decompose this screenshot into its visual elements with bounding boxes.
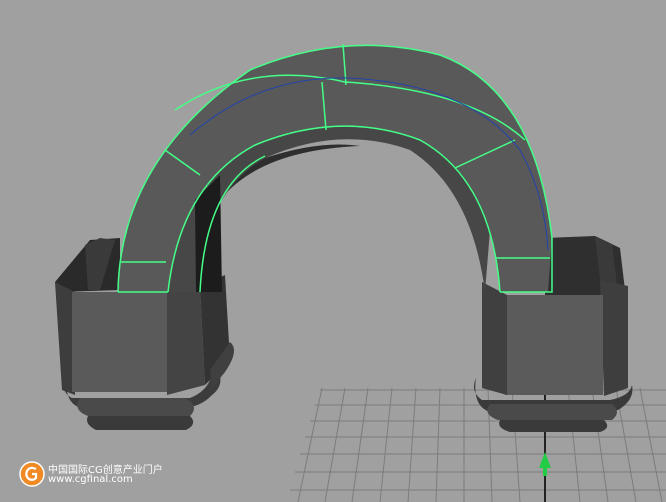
3d-viewport[interactable] [0,0,666,502]
watermark-url: www.cgfinal.com [48,474,133,485]
watermark: 中国国际CG创意产业门户 www.cgfinal.com [18,460,208,490]
move-manipulator-shaft[interactable] [543,468,547,476]
cgfinal-logo-icon [19,461,45,487]
